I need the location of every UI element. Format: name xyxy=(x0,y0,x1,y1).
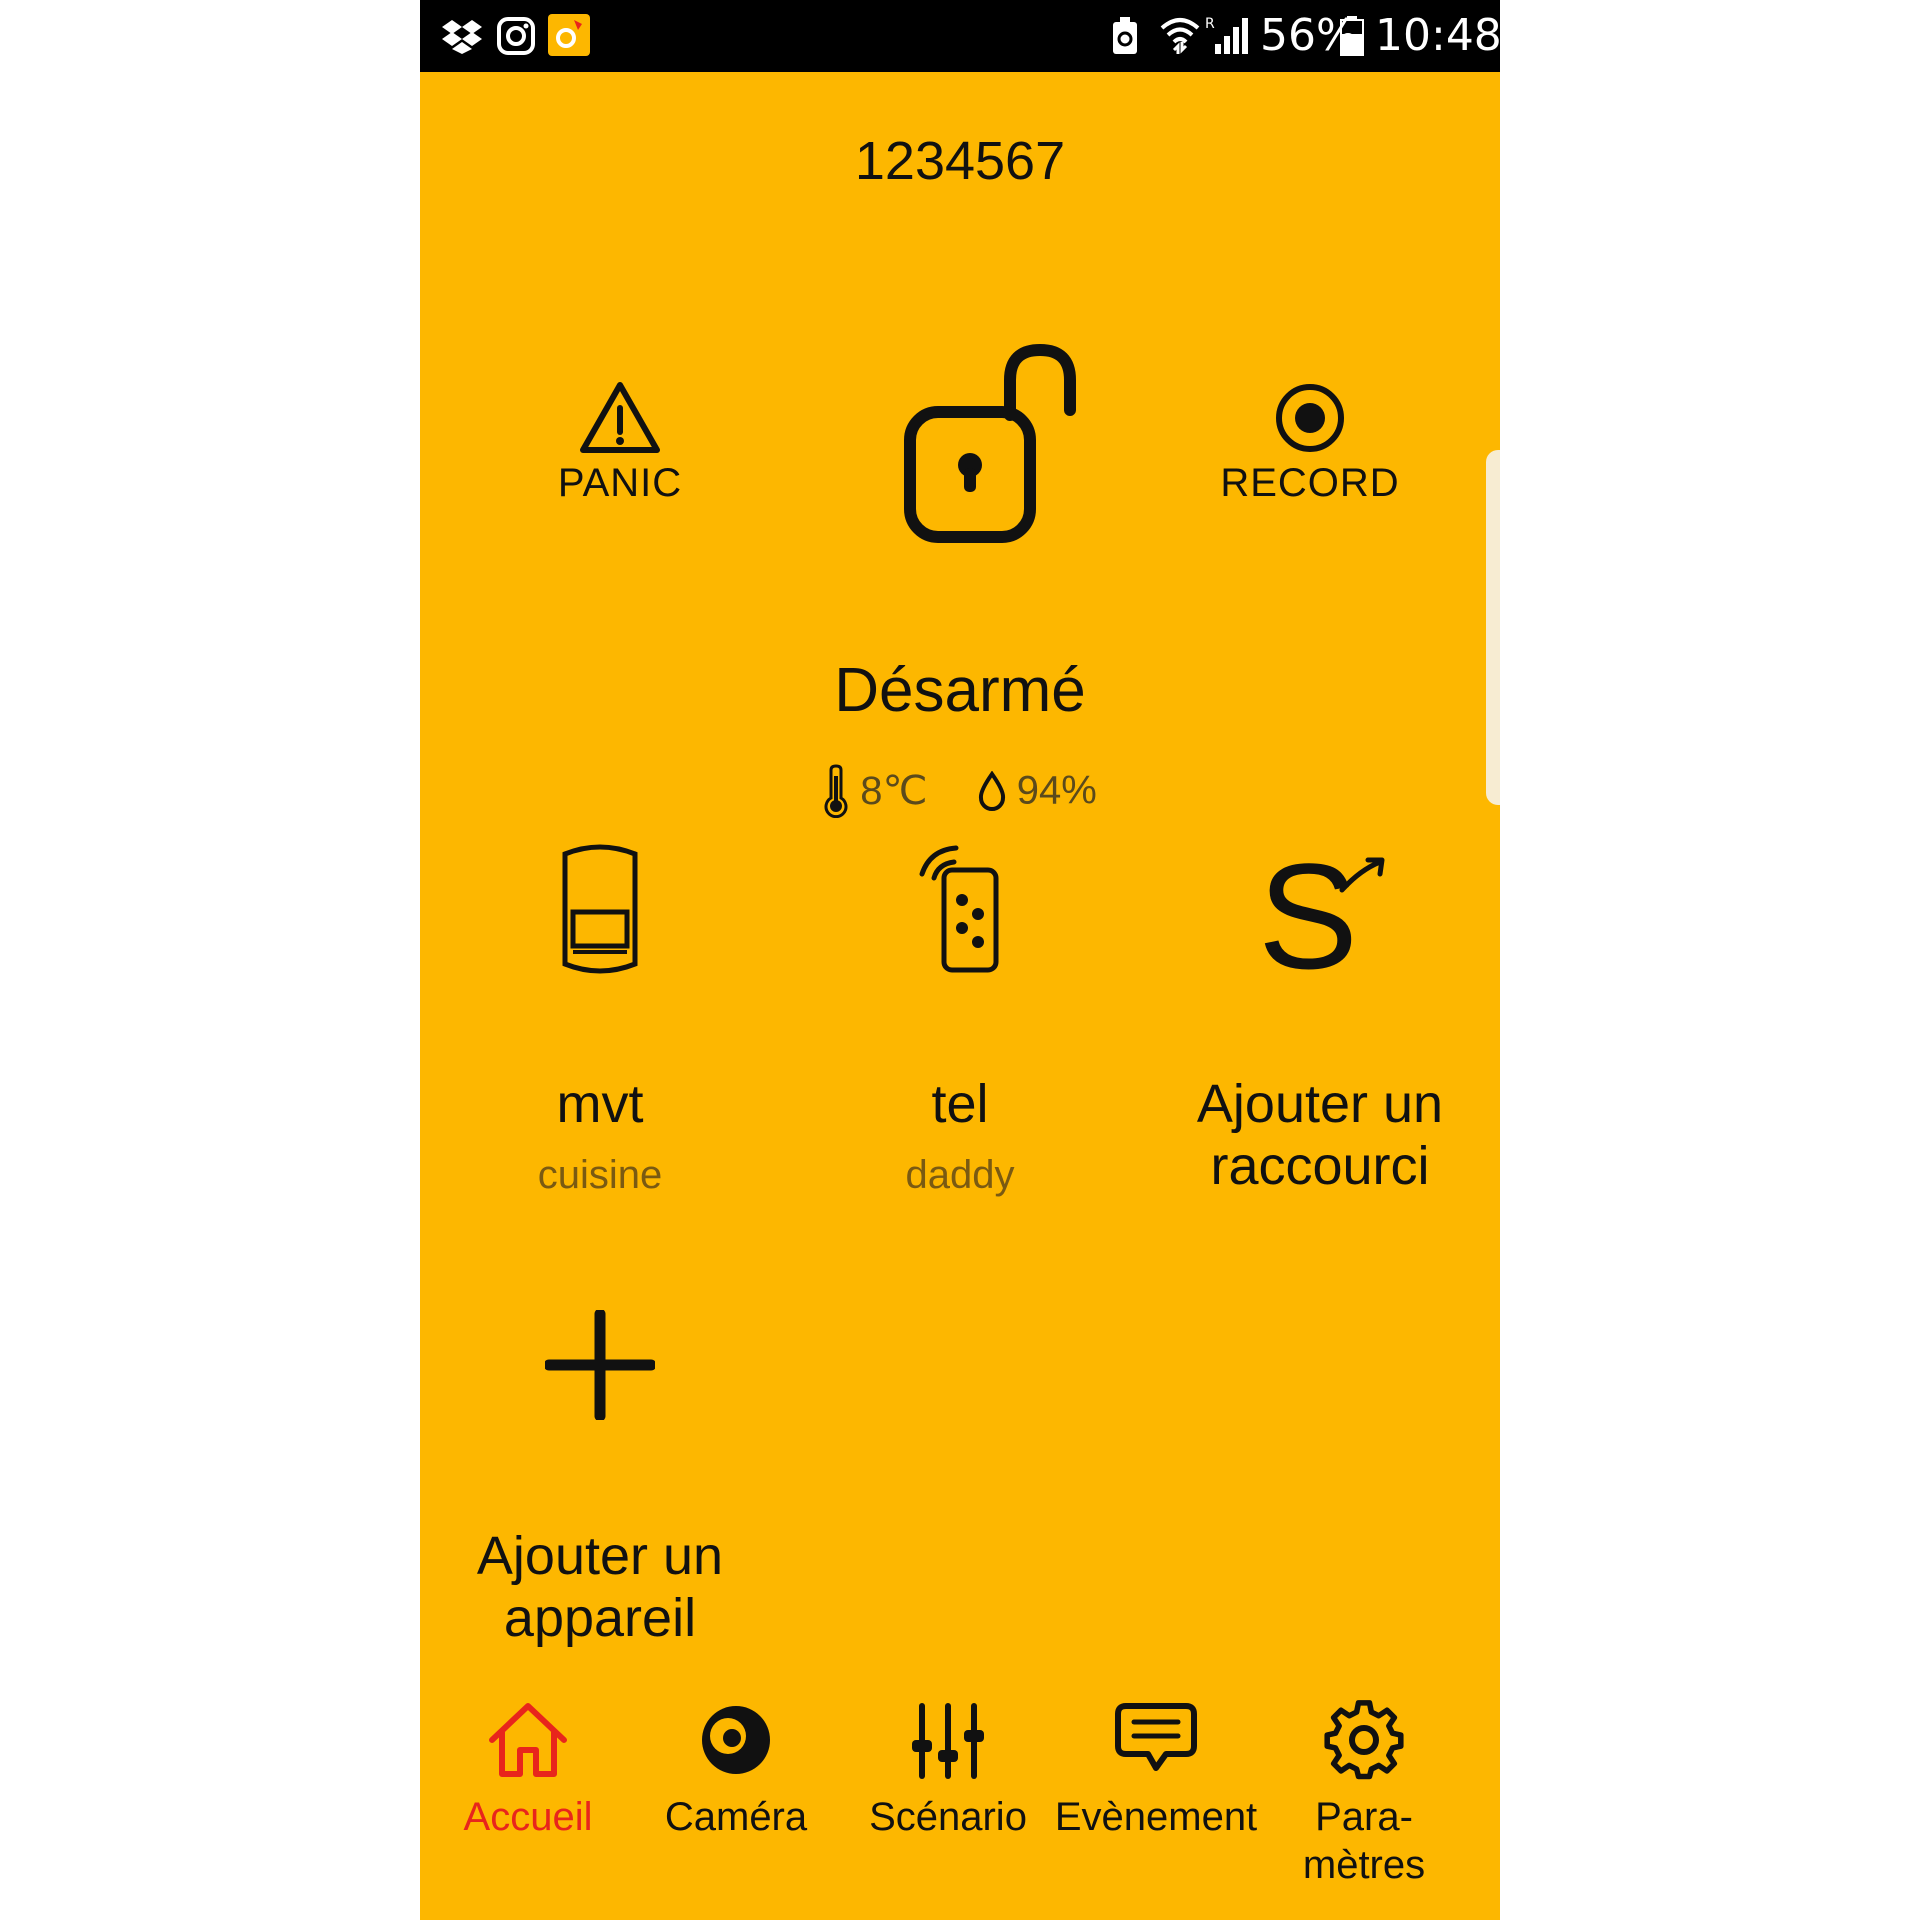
battery-icon xyxy=(1340,16,1364,56)
nav-parametres[interactable]: Para- mètres xyxy=(1256,1700,1472,1889)
clock: 10:48 xyxy=(1375,10,1500,61)
thermometer-icon xyxy=(824,764,848,819)
add-shortcut-label: Ajouter un raccourci xyxy=(1196,1074,1444,1196)
nav-camera[interactable]: Caméra xyxy=(628,1700,844,1841)
svg-text:S: S xyxy=(1258,840,1358,980)
device-name: mvt xyxy=(556,1074,644,1134)
nav-label: Caméra xyxy=(664,1795,808,1839)
nav-label: Accueil xyxy=(463,1795,593,1839)
warning-icon xyxy=(580,382,660,453)
arm-disarm-toggle[interactable] xyxy=(880,340,1080,560)
remote-control-icon xyxy=(919,845,999,973)
gear-icon xyxy=(1324,1700,1404,1780)
humidity-drop-icon xyxy=(978,770,1005,811)
nav-accueil[interactable]: Accueil xyxy=(420,1700,636,1841)
alarm-status: Désarmé xyxy=(834,656,1086,725)
home-icon xyxy=(489,1703,567,1777)
add-shortcut-tile[interactable]: S Ajouter un raccourci xyxy=(1140,832,1500,1197)
camera-icon xyxy=(702,1706,770,1774)
message-icon xyxy=(1115,1703,1197,1771)
status-bar: R 56% 10:48 xyxy=(420,0,1500,72)
record-button[interactable]: RECORD xyxy=(1190,380,1430,506)
device-tile-mvt[interactable]: mvt cuisine xyxy=(420,840,780,1198)
nav-evenement[interactable]: Evènement xyxy=(1048,1700,1264,1841)
bottom-navigation: Accueil Caméra Scénario Evènement Para- … xyxy=(420,1700,1500,1920)
dropbox-icon xyxy=(442,20,482,54)
nav-label: Evènement xyxy=(1054,1795,1258,1839)
app-screen: R 56% 10:48 1234567 PANIC RECORD Désarmé… xyxy=(420,0,1500,1920)
device-name: tel xyxy=(931,1074,989,1134)
environment-readout: 8℃ 94% xyxy=(420,764,1500,819)
device-tile-tel[interactable]: tel daddy xyxy=(780,840,1140,1198)
add-shortcut-icon: S xyxy=(1258,832,1385,1000)
add-device-label: Ajouter un appareil xyxy=(476,1526,724,1648)
plus-icon xyxy=(543,1308,657,1422)
battery-saver-icon xyxy=(1113,17,1137,54)
sliders-icon xyxy=(912,1703,984,1779)
app-notification-icon xyxy=(548,14,590,56)
add-device-tile[interactable]: Ajouter un appareil xyxy=(420,1308,780,1649)
account-number: 1234567 xyxy=(854,131,1066,191)
signal-icon: R xyxy=(1205,16,1248,54)
instagram-icon xyxy=(497,17,535,55)
device-room: cuisine xyxy=(537,1153,663,1197)
panic-button[interactable]: PANIC xyxy=(530,380,710,506)
unlocked-padlock-icon xyxy=(904,343,1076,543)
wifi-icon xyxy=(1160,18,1200,54)
humidity-value: 94% xyxy=(1016,768,1097,813)
record-label: RECORD xyxy=(1220,461,1400,505)
record-icon xyxy=(1276,384,1344,452)
nav-label: Scénario xyxy=(869,1795,1027,1839)
nav-scenario[interactable]: Scénario xyxy=(840,1700,1056,1841)
panic-label: PANIC xyxy=(557,461,683,505)
scroll-handle[interactable] xyxy=(1486,450,1500,805)
temperature-value: 8℃ xyxy=(860,769,928,813)
motion-sensor-icon xyxy=(562,844,638,974)
svg-text:R: R xyxy=(1205,16,1215,32)
nav-label: Para- mètres xyxy=(1302,1795,1426,1887)
device-room: daddy xyxy=(905,1153,1015,1197)
